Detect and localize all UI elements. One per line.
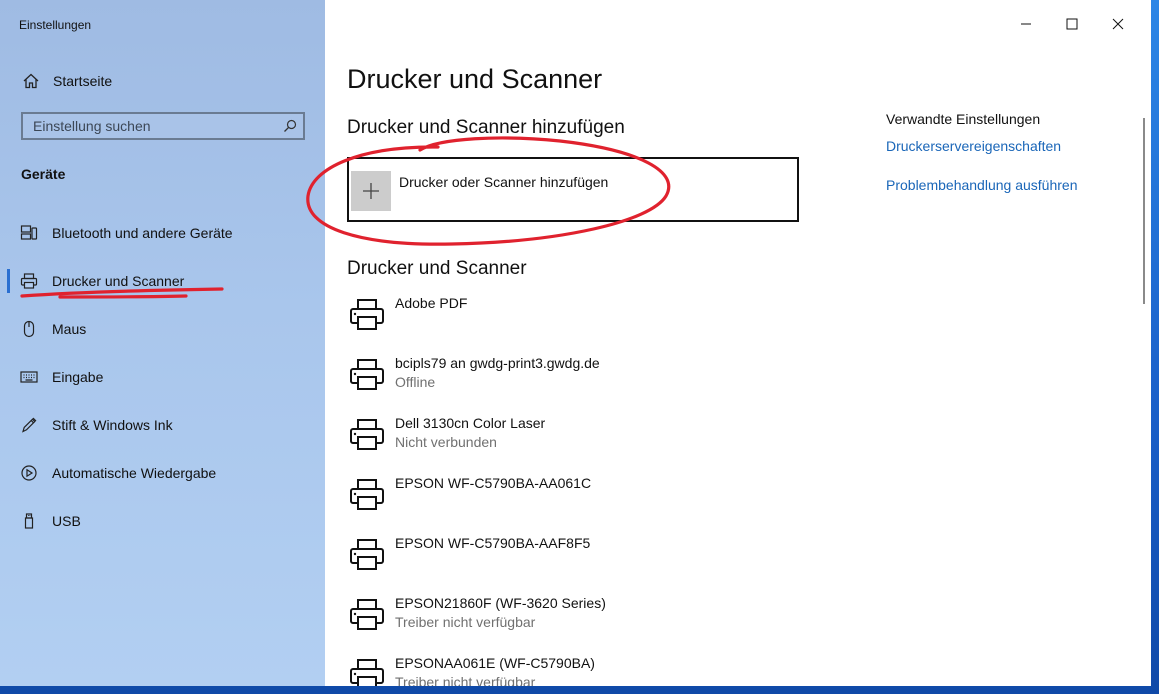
page-title: Drucker und Scanner	[347, 64, 603, 94]
printer-icon	[20, 273, 38, 289]
printer-icon	[350, 299, 384, 330]
sidebar-item-usb[interactable]: USB	[0, 499, 325, 543]
printer-list-title: Drucker und Scanner	[347, 258, 527, 279]
printer-status: Offline	[395, 374, 436, 390]
plus-icon	[363, 183, 379, 199]
pen-icon	[22, 417, 37, 433]
add-tile	[351, 171, 391, 211]
maximize-icon[interactable]	[1057, 8, 1087, 38]
print-server-properties-link[interactable]: Druckerservereigenschaften	[886, 138, 1061, 154]
mouse-icon	[23, 320, 35, 338]
home-label: Startseite	[53, 73, 113, 89]
sidebar-item-printers[interactable]: Drucker und Scanner	[0, 259, 325, 303]
printer-icon	[350, 539, 384, 570]
printer-name: Adobe PDF	[395, 295, 468, 311]
printer-name: EPSON21860F (WF-3620 Series)	[395, 595, 606, 611]
related-settings-title: Verwandte Einstellungen	[886, 111, 1041, 127]
usb-icon	[24, 513, 34, 529]
printer-status: Nicht verbunden	[395, 434, 497, 450]
sidebar-item-label: USB	[52, 513, 81, 529]
list-item[interactable]: bcipls79 an gwdg-print3.gwdg.de Offline	[347, 349, 807, 405]
sidebar-item-typing[interactable]: Eingabe	[0, 355, 325, 399]
run-troubleshooter-link[interactable]: Problembehandlung ausführen	[886, 177, 1077, 193]
printer-icon	[350, 599, 384, 630]
add-printer-button[interactable]: Drucker oder Scanner hinzufügen	[347, 157, 799, 222]
printer-name: bcipls79 an gwdg-print3.gwdg.de	[395, 355, 600, 371]
autoplay-icon	[21, 465, 37, 481]
main-content: Drucker und Scanner Drucker und Scanner …	[325, 0, 1151, 686]
sidebar-item-label: Drucker und Scanner	[52, 273, 185, 289]
list-item[interactable]: EPSON21860F (WF-3620 Series) Treiber nic…	[347, 589, 807, 645]
printer-status: Treiber nicht verfügbar	[395, 674, 536, 686]
printer-name: EPSON WF-C5790BA-AAF8F5	[395, 535, 591, 551]
settings-search-box[interactable]	[21, 112, 305, 140]
scrollbar[interactable]	[1143, 118, 1145, 304]
sidebar: Einstellungen Startseite Geräte Bluetoot…	[0, 0, 325, 686]
sidebar-item-autoplay[interactable]: Automatische Wiedergabe	[0, 451, 325, 495]
list-item[interactable]: EPSONAA061E (WF-C5790BA) Treiber nicht v…	[347, 649, 807, 686]
home-icon	[23, 73, 39, 89]
printer-name: EPSONAA061E (WF-C5790BA)	[395, 655, 595, 671]
sidebar-item-label: Automatische Wiedergabe	[52, 465, 217, 481]
section-heading-devices: Geräte	[21, 166, 66, 182]
add-section-title: Drucker und Scanner hinzufügen	[347, 117, 625, 138]
search-input[interactable]	[33, 117, 273, 135]
printer-icon	[350, 479, 384, 510]
sidebar-item-label: Stift & Windows Ink	[52, 417, 173, 433]
sidebar-item-pen[interactable]: Stift & Windows Ink	[0, 403, 325, 447]
bluetooth-devices-icon	[20, 225, 38, 240]
printer-status: Treiber nicht verfügbar	[395, 614, 536, 630]
printer-icon	[350, 659, 384, 686]
search-icon[interactable]	[283, 119, 297, 133]
sidebar-item-label: Maus	[52, 321, 87, 337]
settings-window: Einstellungen Startseite Geräte Bluetoot…	[0, 0, 1151, 686]
keyboard-icon	[20, 371, 38, 383]
minimize-icon[interactable]	[1011, 8, 1041, 38]
printer-icon	[350, 419, 384, 450]
list-item[interactable]: Dell 3130cn Color Laser Nicht verbunden	[347, 409, 807, 465]
list-item[interactable]: Adobe PDF	[347, 289, 807, 345]
sidebar-item-mouse[interactable]: Maus	[0, 307, 325, 351]
printer-icon	[350, 359, 384, 390]
sidebar-item-bluetooth[interactable]: Bluetooth und andere Geräte	[0, 211, 325, 255]
printer-name: EPSON WF-C5790BA-AA061C	[395, 475, 592, 491]
list-item[interactable]: EPSON WF-C5790BA-AA061C	[347, 469, 807, 525]
close-icon[interactable]	[1103, 8, 1133, 38]
window-controls	[1011, 0, 1151, 48]
printer-name: Dell 3130cn Color Laser	[395, 415, 546, 431]
home-nav-item[interactable]: Startseite	[0, 62, 325, 100]
sidebar-item-label: Bluetooth und andere Geräte	[52, 225, 233, 241]
app-title: Einstellungen	[19, 18, 92, 32]
sidebar-item-label: Eingabe	[52, 369, 104, 385]
add-printer-label: Drucker oder Scanner hinzufügen	[399, 174, 609, 190]
list-item[interactable]: EPSON WF-C5790BA-AAF8F5	[347, 529, 807, 585]
